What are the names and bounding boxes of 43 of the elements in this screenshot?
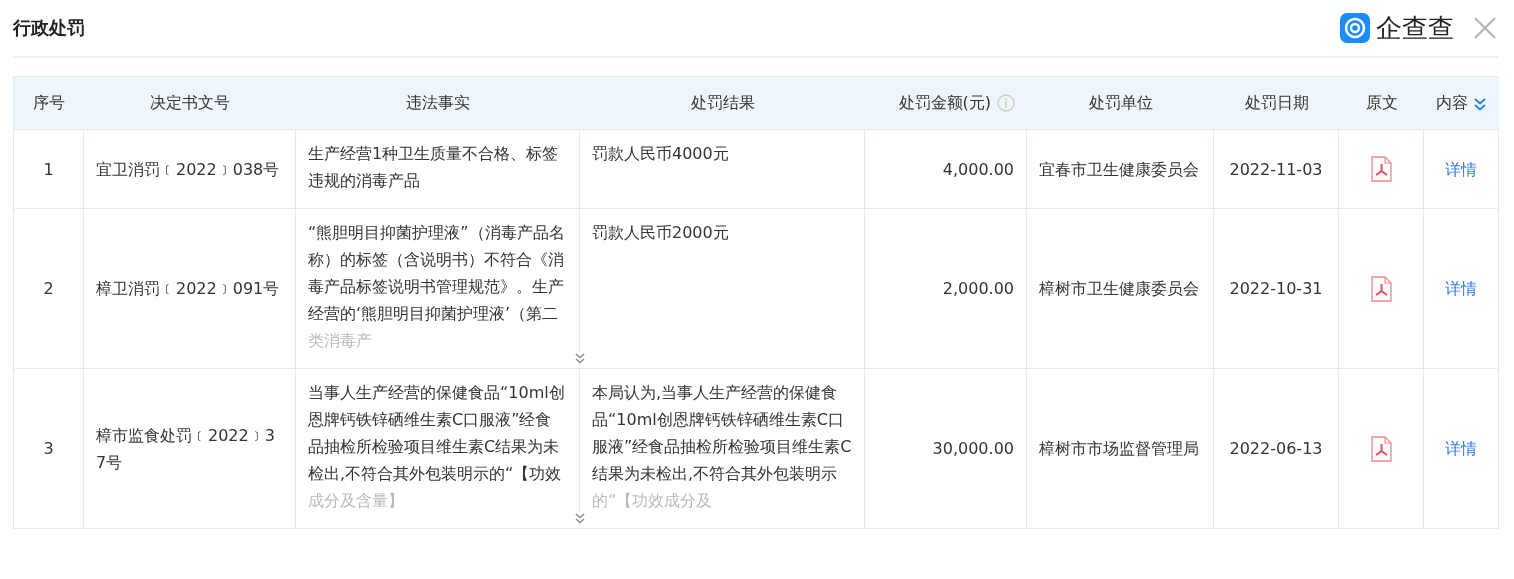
column-header: 内容	[1436, 92, 1468, 114]
column-header: 处罚日期	[1244, 92, 1309, 114]
table-cell-text: 罚款人民币2000元	[592, 222, 729, 244]
table-cell-text: 2022-10-31	[1229, 278, 1323, 300]
pdf-file-icon[interactable]	[1370, 275, 1392, 302]
table-cell-text: 3	[43, 438, 54, 460]
table-cell-text: 30,000.00	[932, 438, 1014, 460]
table-cell-text: 2,000.00	[942, 278, 1014, 300]
table-cell-text: 樟市监食处罚﹝2022﹞37号	[96, 424, 276, 474]
table-cell-text: 本局认为,当事人生产经营的保健食品“10ml创恩牌钙铁锌硒维生素C口服液”经食品抽检所检验项目维生素C结果为未检出,不符合其外包装明示的“【功效成分及	[592, 382, 852, 512]
table-cell-text: 樟树市卫生健康委员会	[1039, 278, 1199, 300]
table-cell-text: 4,000.00	[942, 158, 1014, 181]
expand-columns-icon[interactable]	[1473, 97, 1487, 111]
table-cell-text: “熊胆明目抑菌护理液”（消毒产品名称）的标签（含说明书）不符合《消毒产品标签说明书管理规范》。生产经营的‘熊胆明目抑菌护理液’（第二类消毒产	[308, 222, 566, 352]
table-cell-text: 罚款人民币4000元	[592, 143, 729, 165]
detail-link[interactable]: 详情	[1445, 155, 1477, 183]
detail-link[interactable]: 详情	[1445, 275, 1477, 302]
column-header: 序号	[33, 92, 65, 114]
column-header: 违法事实	[406, 92, 470, 114]
close-icon[interactable]	[1472, 15, 1498, 41]
brand-name: 企查查	[1376, 11, 1454, 45]
table-cell-text: 2	[43, 278, 54, 300]
table-cell-text: 宜春市卫生健康委员会	[1039, 158, 1199, 181]
table-cell-text: 当事人生产经营的保健食品“10ml创恩牌钙铁锌硒维生素C口服液”经食品抽检所检验项目维生素C结果为未检出,不符合其外包装明示的“【功效成分及含量】	[308, 382, 566, 512]
expand-icon[interactable]	[574, 352, 586, 364]
panel-title: 行政处罚	[13, 16, 85, 40]
table-cell-text: 1	[43, 158, 54, 181]
logo-icon	[1340, 13, 1370, 43]
pdf-file-icon[interactable]	[1370, 435, 1392, 462]
table-cell-text: 生产经营1种卫生质量不合格、标签违规的消毒产品	[308, 143, 560, 192]
column-header: 决定书文号	[150, 92, 230, 114]
expand-icon[interactable]	[574, 512, 586, 524]
detail-link[interactable]: 详情	[1445, 435, 1477, 462]
column-header: 处罚单位	[1088, 92, 1153, 114]
column-header: 处罚金额(元)	[898, 92, 991, 114]
pdf-file-icon[interactable]	[1370, 156, 1392, 182]
column-header: 原文	[1365, 92, 1398, 114]
table-cell-text: 2022-11-03	[1229, 158, 1323, 181]
table-cell-text: 樟树市市场监督管理局	[1039, 438, 1199, 460]
table-cell-text: 宜卫消罚﹝2022﹞038号	[96, 158, 280, 181]
table-cell-text: 2022-06-13	[1229, 438, 1323, 460]
column-header: 处罚结果	[690, 92, 755, 114]
table-cell-text: 樟卫消罚﹝2022﹞091号	[96, 278, 280, 300]
